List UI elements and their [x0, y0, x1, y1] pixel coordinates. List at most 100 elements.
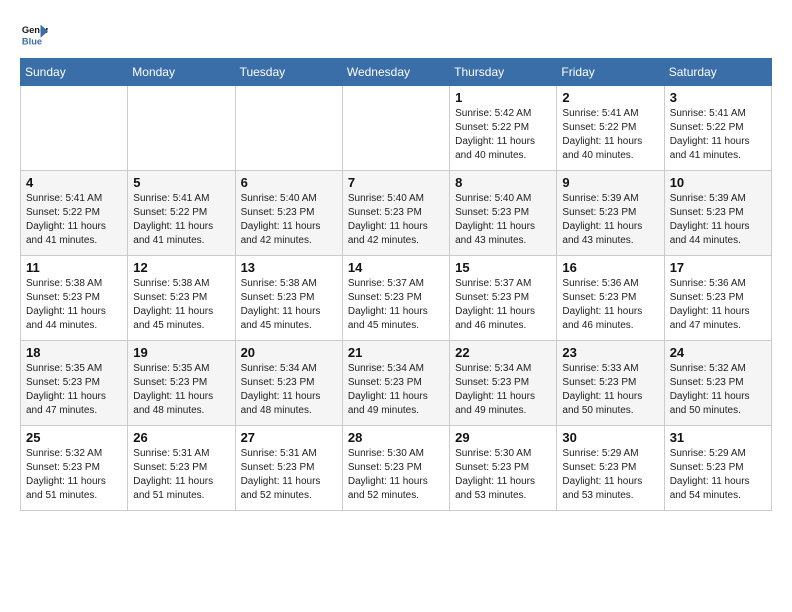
calendar-cell: 7Sunrise: 5:40 AM Sunset: 5:23 PM Daylig… — [342, 171, 449, 256]
day-number: 27 — [241, 430, 337, 445]
day-info: Sunrise: 5:35 AM Sunset: 5:23 PM Dayligh… — [133, 362, 229, 418]
day-info: Sunrise: 5:39 AM Sunset: 5:23 PM Dayligh… — [562, 192, 658, 248]
calendar-cell: 28 Sunrise: 5:30 AM Sunset: 5:23 PM Dayli… — [342, 426, 449, 511]
calendar-cell: 24Sunrise: 5:32 AM Sunset: 5:23 PM Dayli… — [664, 341, 771, 426]
day-number: 26 — [133, 430, 229, 445]
day-info: Sunrise: 5:30 AM Sunset: 5:23 PM Dayligh… — [455, 447, 551, 503]
calendar-cell: 13Sunrise: 5:38 AM Sunset: 5:23 PM Dayli… — [235, 256, 342, 341]
calendar-week-3: 11Sunrise: 5:38 AM Sunset: 5:23 PM Dayli… — [21, 256, 772, 341]
weekday-header-monday: Monday — [128, 59, 235, 86]
calendar-cell: 1 Sunrise: 5:42 AM Sunset: 5:22 PM Daylig… — [450, 86, 557, 171]
day-info: Sunrise: 5:39 AM Sunset: 5:23 PM Dayligh… — [670, 192, 766, 248]
day-info: Sunrise: 5:37 AM Sunset: 5:23 PM Dayligh… — [455, 277, 551, 333]
calendar-cell: 9 Sunrise: 5:39 AM Sunset: 5:23 PM Daylig… — [557, 171, 664, 256]
day-info: Sunrise: 5:38 AM Sunset: 5:23 PM Dayligh… — [26, 277, 122, 333]
day-info: Sunrise: 5:32 AM Sunset: 5:23 PM Dayligh… — [670, 362, 766, 418]
day-number: 17 — [670, 260, 766, 275]
day-number: 1 — [455, 90, 551, 105]
day-info: Sunrise: 5:32 AM Sunset: 5:23 PM Dayligh… — [26, 447, 122, 503]
calendar-cell: 15Sunrise: 5:37 AM Sunset: 5:23 PM Dayli… — [450, 256, 557, 341]
day-info: Sunrise: 5:40 AM Sunset: 5:23 PM Dayligh… — [241, 192, 337, 248]
page-header: General Blue — [20, 20, 772, 48]
day-number: 22 — [455, 345, 551, 360]
calendar-cell: 17 Sunrise: 5:36 AM Sunset: 5:23 PM Dayli… — [664, 256, 771, 341]
day-info: Sunrise: 5:35 AM Sunset: 5:23 PM Dayligh… — [26, 362, 122, 418]
calendar-cell: 5 Sunrise: 5:41 AM Sunset: 5:22 PM Daylig… — [128, 171, 235, 256]
calendar-cell: 10 Sunrise: 5:39 AM Sunset: 5:23 PM Dayli… — [664, 171, 771, 256]
day-number: 10 — [670, 175, 766, 190]
day-info: Sunrise: 5:29 AM Sunset: 5:23 PM Dayligh… — [562, 447, 658, 503]
day-info: Sunrise: 5:42 AM Sunset: 5:22 PM Dayligh… — [455, 107, 551, 163]
day-number: 6 — [241, 175, 337, 190]
day-info: Sunrise: 5:31 AM Sunset: 5:23 PM Dayligh… — [133, 447, 229, 503]
logo: General Blue — [20, 20, 52, 48]
weekday-header-saturday: Saturday — [664, 59, 771, 86]
day-info: Sunrise: 5:36 AM Sunset: 5:23 PM Dayligh… — [562, 277, 658, 333]
calendar-cell: 21Sunrise: 5:34 AM Sunset: 5:23 PM Dayli… — [342, 341, 449, 426]
day-info: Sunrise: 5:40 AM Sunset: 5:23 PM Dayligh… — [455, 192, 551, 248]
calendar-cell: 4 Sunrise: 5:41 AM Sunset: 5:22 PM Daylig… — [21, 171, 128, 256]
day-info: Sunrise: 5:30 AM Sunset: 5:23 PM Dayligh… — [348, 447, 444, 503]
day-info: Sunrise: 5:38 AM Sunset: 5:23 PM Dayligh… — [133, 277, 229, 333]
calendar-cell: 25 Sunrise: 5:32 AM Sunset: 5:23 PM Dayli… — [21, 426, 128, 511]
weekday-header-tuesday: Tuesday — [235, 59, 342, 86]
calendar-cell — [342, 86, 449, 171]
calendar-header: SundayMondayTuesdayWednesdayThursdayFrid… — [21, 59, 772, 86]
calendar-cell: 6 Sunrise: 5:40 AM Sunset: 5:23 PM Daylig… — [235, 171, 342, 256]
calendar-body: 1 Sunrise: 5:42 AM Sunset: 5:22 PM Daylig… — [21, 86, 772, 511]
weekday-header-thursday: Thursday — [450, 59, 557, 86]
day-info: Sunrise: 5:41 AM Sunset: 5:22 PM Dayligh… — [133, 192, 229, 248]
day-info: Sunrise: 5:34 AM Sunset: 5:23 PM Dayligh… — [455, 362, 551, 418]
day-number: 31 — [670, 430, 766, 445]
day-number: 13 — [241, 260, 337, 275]
day-info: Sunrise: 5:36 AM Sunset: 5:23 PM Dayligh… — [670, 277, 766, 333]
calendar-cell: 11Sunrise: 5:38 AM Sunset: 5:23 PM Dayli… — [21, 256, 128, 341]
day-info: Sunrise: 5:34 AM Sunset: 5:23 PM Dayligh… — [241, 362, 337, 418]
calendar-table: SundayMondayTuesdayWednesdayThursdayFrid… — [20, 58, 772, 511]
calendar-cell: 22 Sunrise: 5:34 AM Sunset: 5:23 PM Dayli… — [450, 341, 557, 426]
day-number: 18 — [26, 345, 122, 360]
calendar-cell: 2 Sunrise: 5:41 AM Sunset: 5:22 PM Daylig… — [557, 86, 664, 171]
day-number: 20 — [241, 345, 337, 360]
weekday-header-sunday: Sunday — [21, 59, 128, 86]
day-number: 5 — [133, 175, 229, 190]
day-info: Sunrise: 5:41 AM Sunset: 5:22 PM Dayligh… — [670, 107, 766, 163]
calendar-cell: 14 Sunrise: 5:37 AM Sunset: 5:23 PM Dayli… — [342, 256, 449, 341]
calendar-cell: 30 Sunrise: 5:29 AM Sunset: 5:23 PM Dayli… — [557, 426, 664, 511]
calendar-cell — [21, 86, 128, 171]
calendar-week-4: 18 Sunrise: 5:35 AM Sunset: 5:23 PM Dayli… — [21, 341, 772, 426]
day-number: 12 — [133, 260, 229, 275]
calendar-cell: 16 Sunrise: 5:36 AM Sunset: 5:23 PM Dayli… — [557, 256, 664, 341]
day-number: 28 — [348, 430, 444, 445]
calendar-cell: 18 Sunrise: 5:35 AM Sunset: 5:23 PM Dayli… — [21, 341, 128, 426]
day-number: 3 — [670, 90, 766, 105]
day-number: 16 — [562, 260, 658, 275]
calendar-cell: 12 Sunrise: 5:38 AM Sunset: 5:23 PM Dayli… — [128, 256, 235, 341]
day-number: 14 — [348, 260, 444, 275]
calendar-cell — [235, 86, 342, 171]
day-info: Sunrise: 5:41 AM Sunset: 5:22 PM Dayligh… — [562, 107, 658, 163]
day-number: 25 — [26, 430, 122, 445]
calendar-cell: 27 Sunrise: 5:31 AM Sunset: 5:23 PM Dayli… — [235, 426, 342, 511]
day-info: Sunrise: 5:31 AM Sunset: 5:23 PM Dayligh… — [241, 447, 337, 503]
day-info: Sunrise: 5:29 AM Sunset: 5:23 PM Dayligh… — [670, 447, 766, 503]
logo-icon: General Blue — [20, 20, 48, 48]
day-number: 8 — [455, 175, 551, 190]
day-number: 30 — [562, 430, 658, 445]
calendar-week-5: 25 Sunrise: 5:32 AM Sunset: 5:23 PM Dayli… — [21, 426, 772, 511]
svg-text:Blue: Blue — [22, 36, 42, 46]
calendar-week-1: 1 Sunrise: 5:42 AM Sunset: 5:22 PM Daylig… — [21, 86, 772, 171]
day-number: 4 — [26, 175, 122, 190]
calendar-cell: 31 Sunrise: 5:29 AM Sunset: 5:23 PM Dayli… — [664, 426, 771, 511]
day-number: 2 — [562, 90, 658, 105]
weekday-header-wednesday: Wednesday — [342, 59, 449, 86]
calendar-cell: 26 Sunrise: 5:31 AM Sunset: 5:23 PM Dayli… — [128, 426, 235, 511]
day-info: Sunrise: 5:37 AM Sunset: 5:23 PM Dayligh… — [348, 277, 444, 333]
day-number: 7 — [348, 175, 444, 190]
day-number: 9 — [562, 175, 658, 190]
weekday-header-friday: Friday — [557, 59, 664, 86]
calendar-cell: 19 Sunrise: 5:35 AM Sunset: 5:23 PM Dayli… — [128, 341, 235, 426]
day-number: 19 — [133, 345, 229, 360]
day-number: 23 — [562, 345, 658, 360]
day-info: Sunrise: 5:41 AM Sunset: 5:22 PM Dayligh… — [26, 192, 122, 248]
